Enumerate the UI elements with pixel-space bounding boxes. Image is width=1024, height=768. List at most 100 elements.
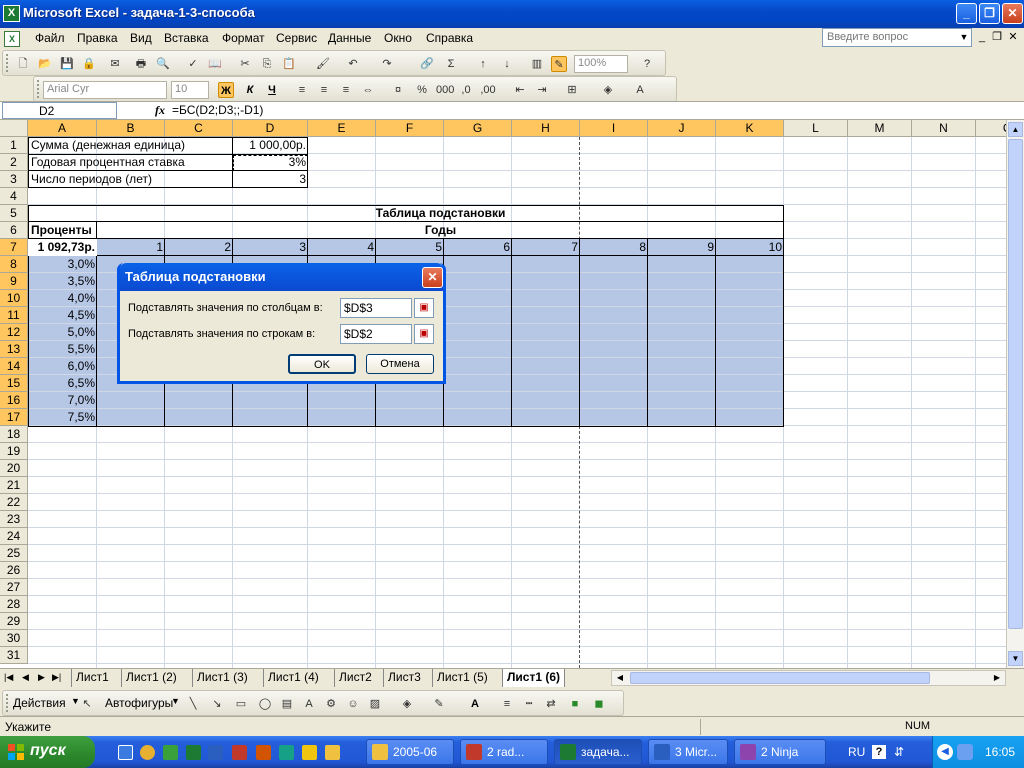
menu-file[interactable]: Файл — [35, 31, 65, 45]
row-header[interactable]: 22 — [0, 494, 28, 511]
column-header-c[interactable]: C — [165, 120, 233, 137]
column-header-e[interactable]: E — [308, 120, 376, 137]
vertical-scrollbar[interactable]: ▲ ▼ — [1006, 120, 1024, 668]
word-icon[interactable] — [208, 745, 223, 760]
rate-cell[interactable]: 6,5% — [28, 375, 97, 392]
row-header[interactable]: 5 — [0, 205, 28, 222]
show-desktop-icon[interactable] — [118, 745, 133, 760]
wordart-icon[interactable]: A — [301, 696, 317, 712]
rate-cell[interactable]: 7,5% — [28, 409, 97, 426]
doc-restore-button[interactable]: ❐ — [990, 30, 1004, 44]
task-button-excel[interactable]: задача... — [554, 739, 642, 765]
scroll-left-icon[interactable]: ◀ — [613, 671, 627, 685]
prev-sheet-icon[interactable]: ◀ — [22, 672, 29, 683]
row-header[interactable]: 24 — [0, 528, 28, 545]
row-header[interactable]: 25 — [0, 545, 28, 562]
rate-cell[interactable]: 6,0% — [28, 358, 97, 375]
last-sheet-icon[interactable]: ▶| — [52, 672, 61, 683]
percent-icon[interactable]: % — [414, 82, 430, 98]
decrease-decimal-icon[interactable]: ,00 — [480, 82, 496, 98]
paste-icon[interactable]: 📋 — [281, 56, 297, 72]
rate-cell[interactable]: 7,0% — [28, 392, 97, 409]
collapse-dialog-icon[interactable]: ▣ — [414, 298, 434, 318]
ok-button[interactable]: OK — [288, 354, 356, 374]
row-header[interactable]: 27 — [0, 579, 28, 596]
save-icon[interactable]: 💾 — [59, 56, 75, 72]
align-left-icon[interactable]: ≡ — [294, 82, 310, 98]
scroll-up-icon[interactable]: ▲ — [1008, 122, 1023, 137]
clipart-icon[interactable]: ☺ — [345, 696, 361, 712]
restore-button[interactable]: ❐ — [979, 3, 1000, 24]
workbook-icon[interactable]: X — [4, 31, 20, 47]
year-cell[interactable]: 3 — [233, 239, 308, 256]
column-header-a[interactable]: A — [28, 120, 97, 137]
increase-decimal-icon[interactable]: ,0 — [458, 82, 474, 98]
fill-color-icon[interactable]: ◈ — [399, 696, 415, 712]
row-header[interactable]: 15 — [0, 375, 28, 392]
spelling-icon[interactable]: ✓ — [185, 56, 201, 72]
row-header[interactable]: 16 — [0, 392, 28, 409]
align-center-icon[interactable]: ≡ — [316, 82, 332, 98]
row-input-field[interactable]: $D$2 — [340, 324, 412, 344]
format-painter-icon[interactable]: 🖌 — [315, 56, 331, 72]
row-header[interactable]: 17 — [0, 409, 28, 426]
row-header[interactable]: 10 — [0, 290, 28, 307]
column-header-f[interactable]: F — [376, 120, 444, 137]
year-cell[interactable]: 8 — [580, 239, 648, 256]
dash-style-icon[interactable]: ┅ — [521, 696, 537, 712]
column-header-m[interactable]: M — [848, 120, 912, 137]
row-header[interactable]: 9 — [0, 273, 28, 290]
column-header-g[interactable]: G — [444, 120, 512, 137]
first-sheet-icon[interactable]: |◀ — [4, 672, 13, 683]
sheet-tab[interactable]: Лист1 (3) — [192, 669, 252, 687]
outlook-icon[interactable] — [256, 745, 271, 760]
menu-view[interactable]: Вид — [130, 31, 152, 45]
line-style-icon[interactable]: ≡ — [499, 696, 515, 712]
sort-descending-icon[interactable]: ↓ — [499, 56, 515, 72]
year-cell[interactable]: 2 — [165, 239, 233, 256]
next-sheet-icon[interactable]: ▶ — [38, 672, 45, 683]
task-button-word[interactable]: 3 Micr... — [648, 739, 728, 765]
chevron-down-icon[interactable]: ▼ — [171, 696, 180, 706]
year-cell[interactable]: 4 — [308, 239, 376, 256]
font-size-select[interactable]: 10 — [171, 81, 209, 99]
copy-icon[interactable]: ⎘ — [259, 56, 275, 72]
font-name-select[interactable]: Arial Cyr — [43, 81, 167, 99]
fill-color-icon[interactable]: ◈ — [600, 82, 616, 98]
row-header[interactable]: 18 — [0, 426, 28, 443]
cell-a3[interactable]: Число периодов (лет) — [29, 171, 154, 188]
help-icon[interactable]: ? — [872, 745, 886, 759]
close-button[interactable]: ✕ — [1002, 3, 1023, 24]
row-header[interactable]: 6 — [0, 222, 28, 239]
menu-help[interactable]: Справка — [426, 31, 473, 45]
select-objects-icon[interactable]: ↖ — [79, 696, 95, 712]
sort-ascending-icon[interactable]: ↑ — [475, 56, 491, 72]
menu-format[interactable]: Формат — [222, 31, 265, 45]
year-cell[interactable]: 5 — [376, 239, 444, 256]
borders-icon[interactable]: ⊞ — [564, 82, 580, 98]
menu-tools[interactable]: Сервис — [276, 31, 317, 45]
autosum-icon[interactable]: Σ — [443, 56, 459, 72]
network-icon[interactable]: ⇵ — [894, 745, 908, 759]
shadow-icon[interactable]: ■ — [567, 696, 583, 712]
minimize-button[interactable]: _ — [956, 3, 977, 24]
permission-icon[interactable]: 🔒 — [81, 56, 97, 72]
cell-d2[interactable]: 3% — [233, 154, 308, 171]
3d-style-icon[interactable]: ◼ — [591, 696, 607, 712]
cut-icon[interactable]: ✂ — [237, 56, 253, 72]
arrow-icon[interactable]: ↘ — [209, 696, 225, 712]
publisher-icon[interactable] — [279, 745, 294, 760]
cell-d3[interactable]: 3 — [233, 171, 308, 188]
row-header[interactable]: 31 — [0, 647, 28, 664]
row-header[interactable]: 8 — [0, 256, 28, 273]
column-header-i[interactable]: I — [580, 120, 648, 137]
decrease-indent-icon[interactable]: ⇤ — [512, 82, 528, 98]
row-header[interactable]: 12 — [0, 324, 28, 341]
menu-window[interactable]: Окно — [384, 31, 412, 45]
row-header[interactable]: 19 — [0, 443, 28, 460]
drawing-icon[interactable]: ✎ — [551, 56, 567, 72]
row-header[interactable]: 13 — [0, 341, 28, 358]
print-icon[interactable]: 🖶 — [133, 56, 149, 72]
currency-icon[interactable]: ¤ — [390, 82, 406, 98]
column-header-l[interactable]: L — [784, 120, 848, 137]
